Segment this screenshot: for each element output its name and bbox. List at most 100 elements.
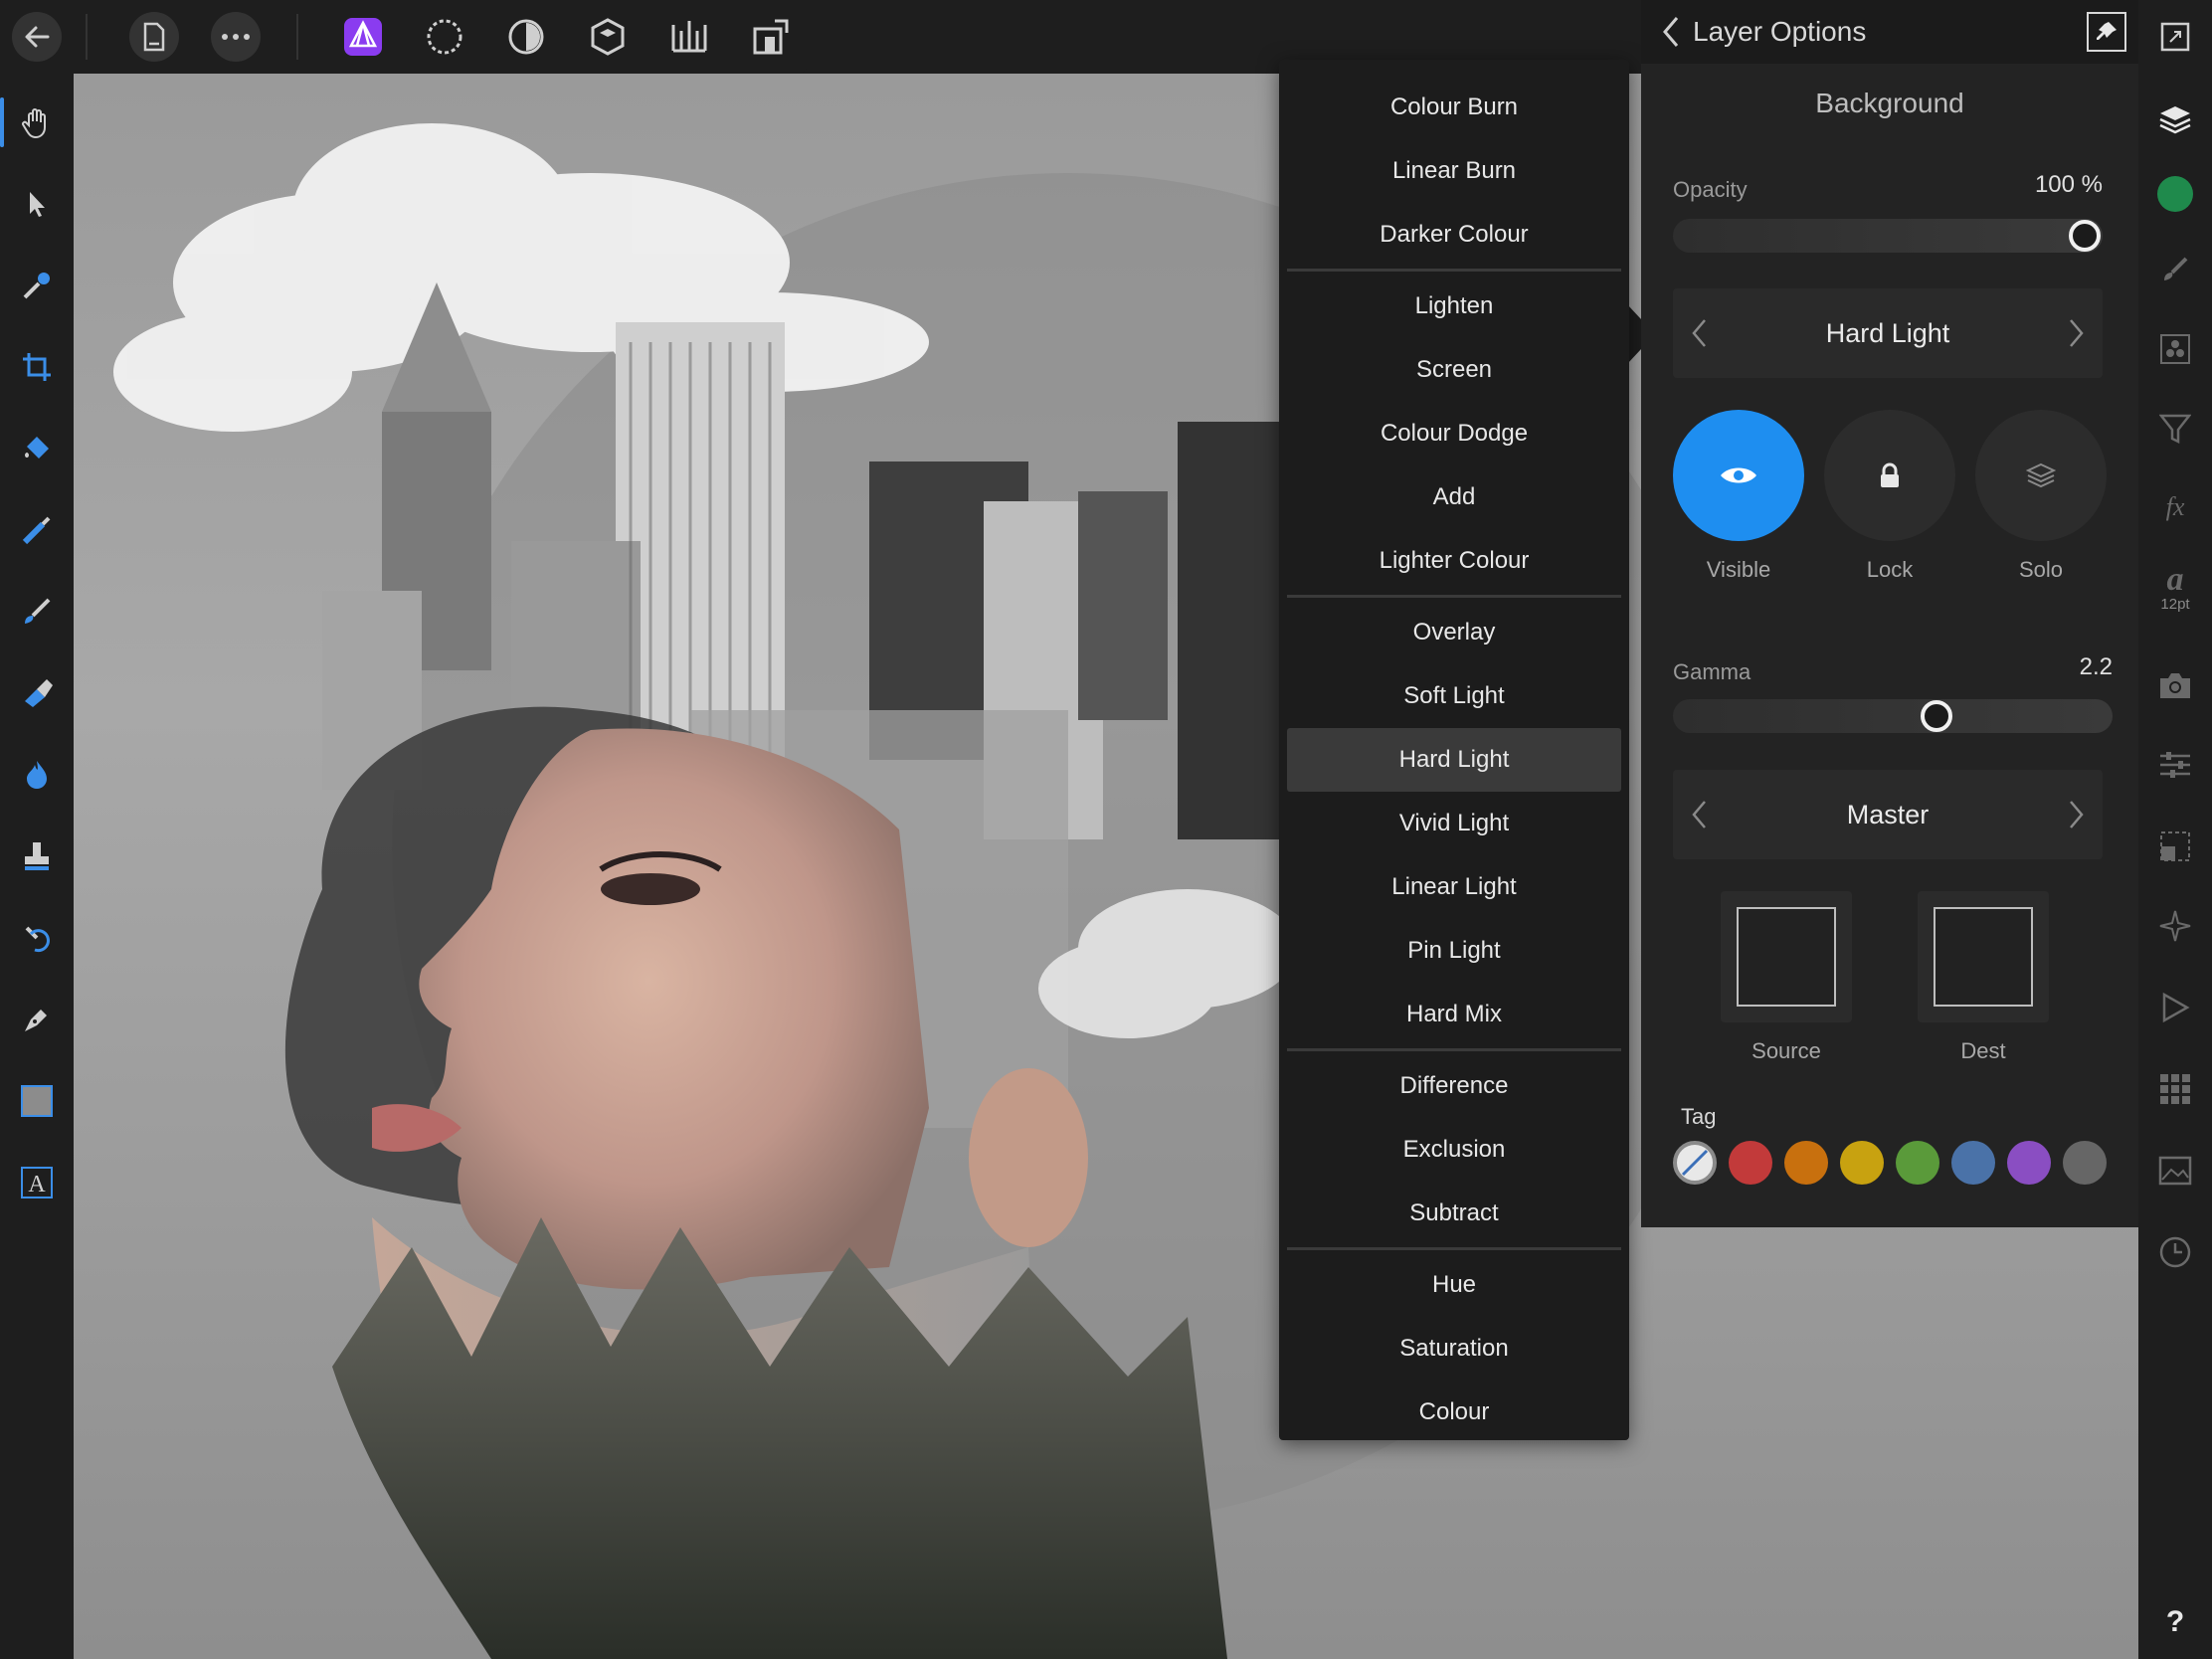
blend-mode-selector[interactable]: Hard Light [1673,288,2103,378]
solo-label: Solo [2018,557,2064,582]
colour-studio-button[interactable] [2150,169,2200,219]
view-tool[interactable] [12,97,62,147]
eye-icon [1721,467,1756,483]
colour-swatch-icon [2157,176,2193,212]
blend-mode-item[interactable]: Colour [1287,1381,1621,1444]
blend-mode-item[interactable]: Vivid Light [1287,792,1621,855]
history-studio-button[interactable] [2150,1227,2200,1277]
clone-brush-tool[interactable] [12,831,62,881]
selection-brush-tool[interactable] [12,505,62,555]
blend-mode-item[interactable]: Hard Light [1287,728,1621,792]
tag-colour[interactable] [1840,1141,1884,1185]
blend-mode-item[interactable]: Hard Mix [1287,983,1621,1046]
snapping-studio-button[interactable] [2150,901,2200,951]
blend-mode-item[interactable]: Difference [1287,1054,1621,1118]
solo-button[interactable] [1975,410,2107,541]
help-button[interactable]: ? [2150,1597,2200,1647]
more-button[interactable] [211,12,261,62]
filters-studio-button[interactable] [2150,404,2200,454]
burn-brush-tool[interactable] [12,750,62,800]
gamma-slider[interactable] [1673,699,2113,733]
channels-studio-button[interactable] [2150,324,2200,374]
text-tool[interactable]: A [12,1158,62,1207]
flood-fill-tool[interactable] [12,424,62,473]
studio-strip: fx a 12pt ? [2138,0,2212,1659]
blend-mode-item[interactable]: Colour Burn [1287,76,1621,139]
photo-persona-button[interactable] [338,12,388,62]
blend-mode-item[interactable]: Hue [1287,1253,1621,1317]
lock-button[interactable] [1824,410,1955,541]
lock-icon [1881,462,1899,487]
blend-mode-item[interactable]: Linear Burn [1287,139,1621,203]
tag-label: Tag [1681,1104,1717,1129]
visible-button[interactable] [1673,410,1804,541]
back-button[interactable] [12,12,62,62]
gamma-label: Gamma [1673,659,1751,684]
ellipsis-icon [222,34,250,40]
tag-colour[interactable] [2007,1141,2051,1185]
tag-colour[interactable] [2063,1141,2107,1185]
blend-mode-item[interactable]: Overlay [1287,601,1621,664]
macros-studio-button[interactable] [2150,983,2200,1032]
selection-brush-icon [22,516,51,545]
blend-mode-item[interactable]: Add [1287,465,1621,529]
blend-mode-item[interactable]: Lighten [1287,275,1621,338]
tag-colour[interactable] [1729,1141,1772,1185]
chevron-right-icon[interactable] [2069,800,2085,830]
chevron-left-icon[interactable] [1661,16,1681,48]
blend-mode-item[interactable]: Linear Light [1287,855,1621,919]
blend-mode-item[interactable]: Colour Dodge [1287,402,1621,465]
tag-colour[interactable] [1784,1141,1828,1185]
camera-studio-button[interactable] [2150,660,2200,710]
library-studio-button[interactable] [2150,1064,2200,1114]
erase-brush-tool[interactable] [12,668,62,718]
active-tool-indicator [0,97,4,147]
tone-mapping-persona-button[interactable] [583,12,633,62]
liquify-persona-button[interactable] [420,12,469,62]
rectangle-tool[interactable] [12,1076,62,1126]
assistant-button[interactable] [746,12,796,62]
transform-studio-button[interactable] [2150,822,2200,871]
lock-label: Lock [1866,557,1914,582]
stamp-icon [25,842,49,870]
layers-studio-button[interactable] [2150,95,2200,145]
tag-colour[interactable] [1896,1141,1939,1185]
tag-colour[interactable] [1951,1141,1995,1185]
adjustments-studio-button[interactable] [2150,740,2200,790]
stock-studio-button[interactable] [2150,1146,2200,1196]
blend-mode-item[interactable]: Subtract [1287,1182,1621,1245]
pin-button[interactable] [2087,12,2126,52]
assistant-icon [753,19,789,55]
opacity-slider-knob[interactable] [2069,220,2101,252]
export-persona-button[interactable] [664,12,714,62]
source-label: Source [1751,1038,1821,1063]
blend-mode-item[interactable]: Pin Light [1287,919,1621,983]
fx-studio-button[interactable]: fx [2150,483,2200,533]
opacity-slider[interactable] [1673,219,2103,253]
blend-mode-item[interactable]: Exclusion [1287,1118,1621,1182]
blend-mode-item[interactable]: Saturation [1287,1317,1621,1381]
document-button[interactable] [129,12,179,62]
develop-persona-button[interactable] [501,12,551,62]
crop-tool[interactable] [12,342,62,392]
colour-picker-tool[interactable] [12,261,62,310]
tag-none[interactable] [1673,1141,1717,1185]
blend-mode-item[interactable]: Lighter Colour [1287,529,1621,593]
move-tool[interactable] [12,179,62,229]
chevron-right-icon[interactable] [2069,318,2085,348]
undo-brush-tool[interactable] [12,913,62,963]
pen-tool[interactable] [12,995,62,1044]
crop-icon [23,353,51,381]
channel-selector[interactable]: Master [1673,770,2103,859]
blend-mode-item[interactable]: Screen [1287,338,1621,402]
source-well[interactable] [1721,891,1852,1022]
navigator-button[interactable] [2150,12,2200,62]
brushes-studio-button[interactable] [2150,245,2200,294]
dest-well[interactable] [1918,891,2049,1022]
font-size-label: 12pt [2160,595,2190,613]
blend-mode-item[interactable]: Darker Colour [1287,203,1621,267]
text-studio-button[interactable]: a 12pt [2150,563,2200,613]
paint-brush-tool[interactable] [12,587,62,637]
gamma-slider-knob[interactable] [1921,700,1952,732]
blend-mode-item[interactable]: Soft Light [1287,664,1621,728]
